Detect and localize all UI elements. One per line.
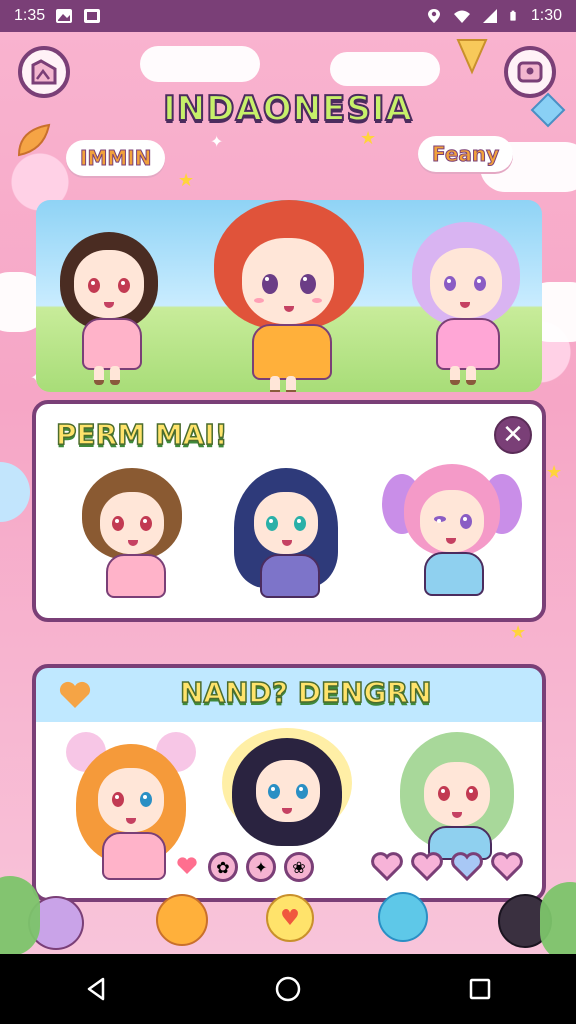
recents-square-icon [469, 978, 491, 1000]
reaction-button-3[interactable]: ❀ [284, 852, 314, 882]
photo-notification-icon [84, 9, 101, 23]
heart-icon [411, 852, 443, 882]
character-pink-twintails[interactable] [382, 464, 522, 608]
bush-decoration [0, 876, 40, 954]
game-screen: ✦ ★ ★ ★ ★ ✦ ✦ INDAONESIA IMMIN Feany [0, 32, 576, 954]
heart-icon [451, 852, 483, 882]
hero-scene [36, 200, 542, 392]
like-button-3[interactable] [450, 852, 484, 882]
leaf-icon [17, 123, 51, 157]
star-icon: ★ [546, 462, 563, 483]
heart-icon [371, 852, 403, 882]
speech-bubble-left: IMMIN [66, 140, 166, 176]
pet-blue-creature[interactable] [378, 892, 428, 942]
profile-button[interactable] [504, 46, 556, 98]
battery-icon [510, 10, 516, 21]
star-badge-icon: ✦ [254, 857, 268, 877]
pet-orange-creature[interactable] [156, 894, 208, 946]
panel-2-title: NAND? DENGRN [179, 675, 432, 710]
star-icon: ★ [510, 622, 527, 643]
flower-icon: ✿ [216, 857, 230, 877]
status-bar: 1:35 1:30 [0, 0, 576, 32]
image-notification-icon [56, 9, 73, 23]
character-brown-hair[interactable] [54, 228, 164, 388]
character-panel-1: PERM MAI! ✕ [32, 400, 546, 622]
heart-icon: ♥ [280, 905, 300, 931]
location-icon [427, 9, 440, 23]
ice-cream-icon [456, 39, 488, 75]
status-left: 1:35 [14, 7, 101, 25]
back-triangle-icon [87, 977, 105, 1001]
close-button[interactable]: ✕ [494, 416, 532, 454]
back-button[interactable] [66, 959, 126, 1019]
bow-icon: ❀ [292, 857, 306, 877]
home-button[interactable] [258, 959, 318, 1019]
character-green-hair[interactable] [392, 732, 522, 862]
heart-icon [177, 857, 197, 874]
signal-icon [482, 9, 497, 23]
character-brown-bun[interactable] [72, 468, 192, 608]
character-red-hair[interactable] [208, 200, 368, 392]
like-button-2[interactable] [410, 852, 444, 882]
character-black-hair[interactable] [218, 728, 358, 848]
close-icon: ✕ [502, 420, 524, 450]
gallery-button[interactable] [18, 46, 70, 98]
character-lavender-hair[interactable] [406, 218, 526, 390]
speech-bubble-right: Feany [418, 136, 514, 172]
status-time-right: 1:30 [530, 7, 562, 24]
reaction-button-2[interactable]: ✦ [246, 852, 276, 882]
heart-icon [491, 852, 523, 882]
heart-decoration-icon [59, 681, 91, 708]
cloud-decoration [140, 46, 260, 82]
game-title: INDAONESIA [162, 88, 413, 130]
system-nav-bar [0, 954, 576, 1024]
home-circle-icon [275, 976, 301, 1002]
bush-decoration [540, 882, 576, 954]
gallery-icon [31, 59, 57, 85]
reaction-button-1[interactable]: ✿ [208, 852, 238, 882]
character-panel-2: NAND? DENGRN ✿ ✦ ❀ [32, 664, 546, 902]
star-icon: ★ [178, 170, 195, 191]
like-button-1[interactable] [370, 852, 404, 882]
wifi-icon [453, 10, 470, 23]
recents-button[interactable] [450, 959, 510, 1019]
character-navy-hair[interactable] [226, 468, 346, 608]
status-right: 1:30 [425, 7, 562, 25]
cloud-decoration [0, 462, 30, 522]
status-time-left: 1:35 [14, 7, 46, 24]
pet-heart-bubble[interactable]: ♥ [266, 894, 314, 942]
like-button-4[interactable] [490, 852, 524, 882]
panel-1-title: PERM MAI! [55, 417, 228, 452]
profile-card-icon [517, 61, 543, 83]
